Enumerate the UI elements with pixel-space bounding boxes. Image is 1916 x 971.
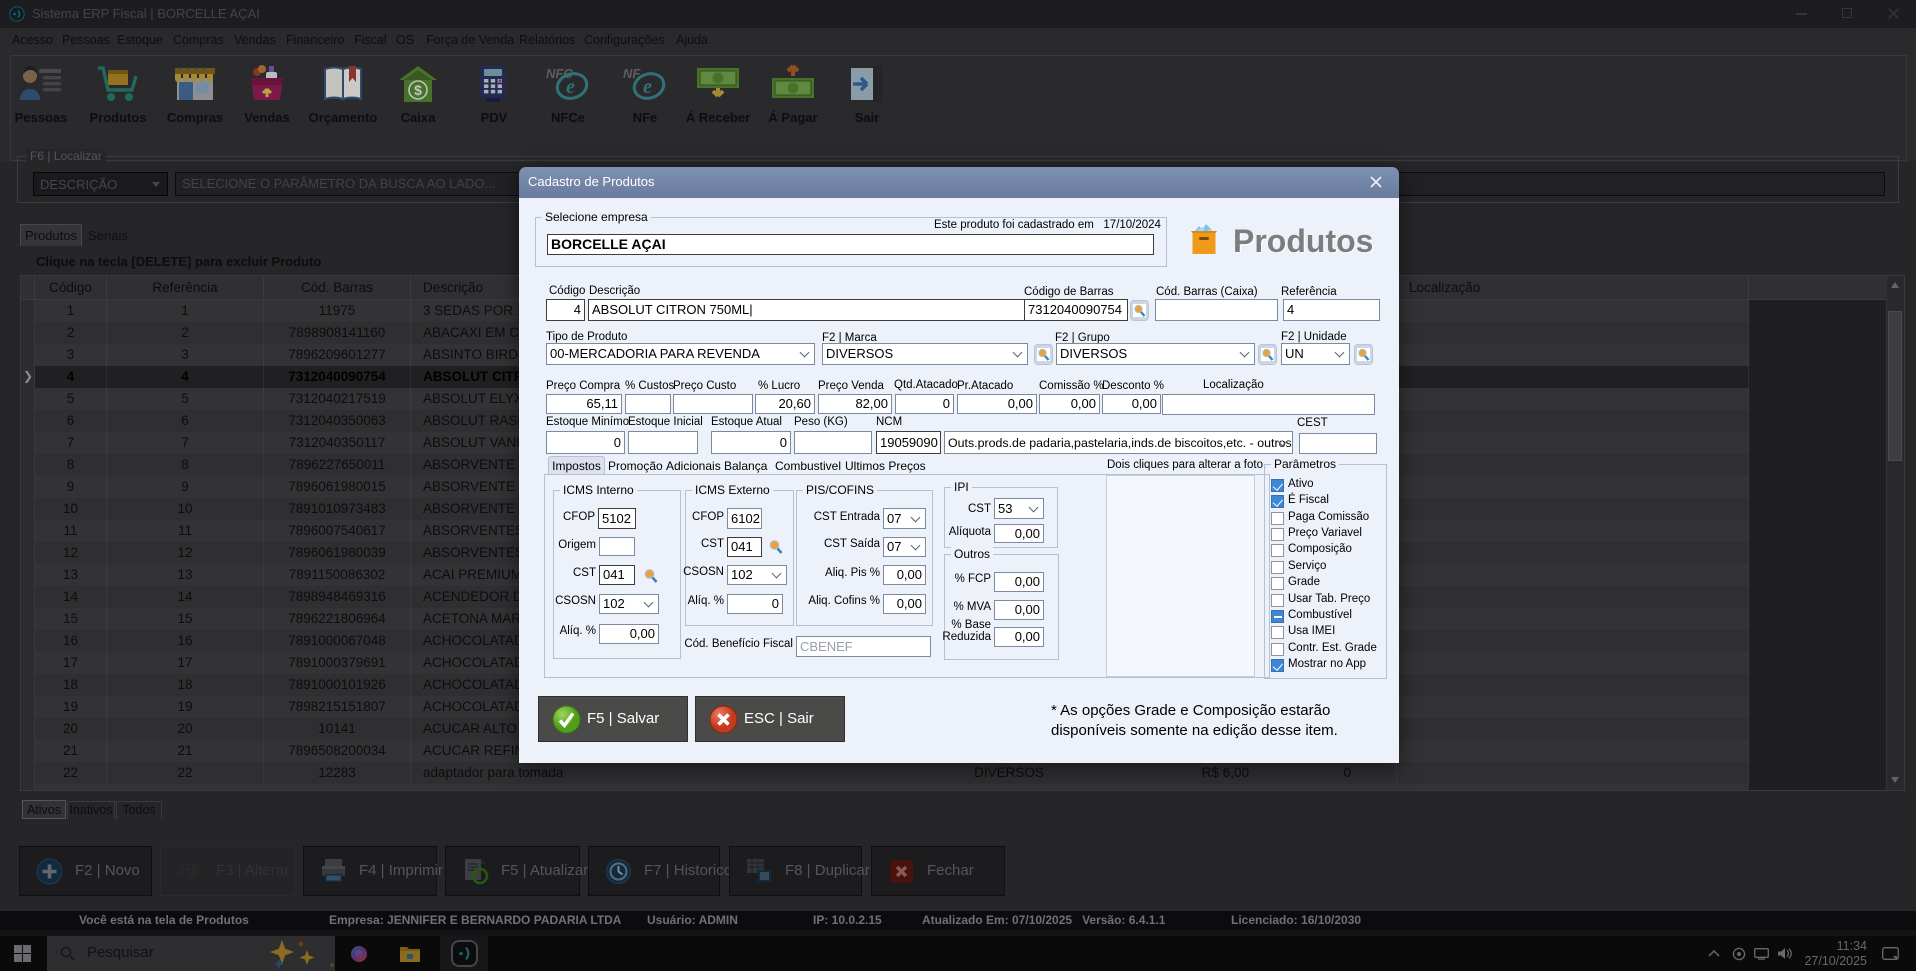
- svg-text:e: e: [566, 76, 575, 98]
- svg-text:e: e: [643, 76, 652, 98]
- svg-text:$: $: [414, 82, 422, 98]
